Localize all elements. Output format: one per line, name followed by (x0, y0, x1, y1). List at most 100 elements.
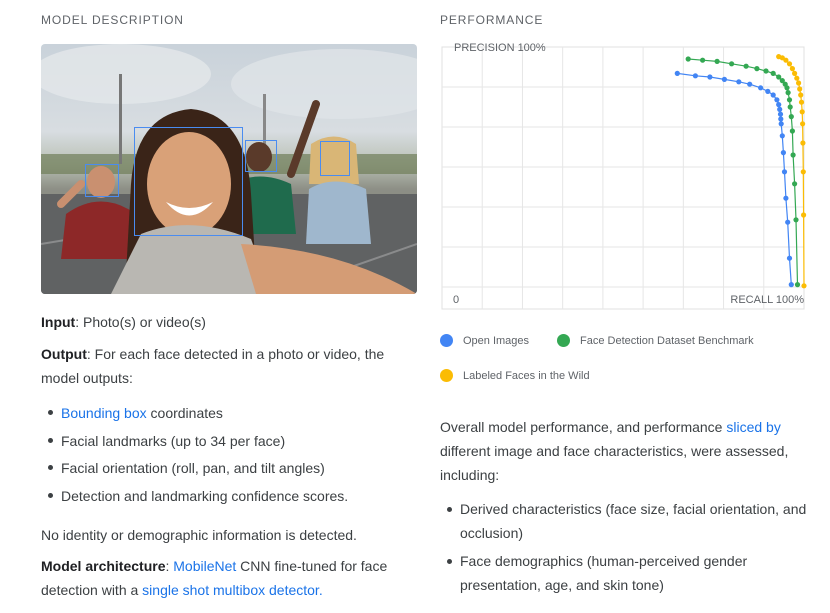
output-text: : For each face detected in a photo or v… (41, 346, 385, 386)
data-point (777, 111, 784, 117)
model-description-heading: MODEL DESCRIPTION (41, 13, 184, 27)
list-item: Facial orientation (roll, pan, and tilt … (41, 455, 421, 483)
data-point (700, 57, 706, 63)
architecture-label: Model architecture (41, 558, 166, 574)
data-point (793, 217, 799, 223)
input-text: : Photo(s) or video(s) (75, 314, 206, 330)
legend-label: Labeled Faces in the Wild (463, 369, 590, 382)
legend-label: Open Images (463, 334, 530, 347)
data-point (786, 255, 793, 261)
data-point (785, 219, 791, 225)
data-point (776, 102, 782, 108)
chart-series (674, 54, 807, 289)
data-point (799, 109, 805, 115)
data-point (788, 114, 794, 120)
legend-dot-icon (440, 369, 453, 382)
list-item: Face demographics (human-perceived gende… (440, 549, 810, 597)
data-point (779, 133, 785, 139)
data-point (765, 88, 771, 94)
data-point (794, 75, 800, 81)
data-point (798, 92, 804, 98)
legend-dot-icon (557, 334, 570, 347)
face-bounding-box (134, 127, 243, 236)
data-point (786, 97, 793, 103)
legend-item-open-images: Open Images (440, 334, 529, 347)
data-point (780, 150, 786, 156)
data-point (781, 169, 788, 175)
data-point (770, 70, 776, 76)
performance-list: Derived characteristics (face size, faci… (440, 497, 810, 597)
data-point (796, 80, 802, 86)
data-point (747, 81, 753, 87)
list-item-text: coordinates (146, 405, 223, 421)
data-point (784, 85, 790, 91)
data-point (707, 74, 713, 80)
legend-dot-icon (440, 334, 453, 347)
data-point (789, 128, 795, 134)
y-axis-label: PRECISION 100% (454, 42, 546, 54)
face-bounding-box (85, 164, 119, 197)
list-item-text: Derived characteristics (face size, faci… (460, 501, 807, 541)
list-item-text: Facial orientation (roll, pan, and tilt … (61, 460, 325, 476)
data-point (783, 195, 789, 201)
x-axis-label: RECALL 100% (730, 294, 804, 306)
origin-label: 0 (453, 294, 459, 306)
data-point (800, 169, 806, 175)
face-bounding-box (320, 141, 350, 176)
data-point (778, 121, 784, 127)
data-point (721, 76, 727, 82)
sliced-by-link[interactable]: sliced by (726, 419, 780, 435)
list-item: Derived characteristics (face size, faci… (440, 497, 810, 545)
data-point (785, 90, 791, 96)
data-point (758, 85, 764, 91)
data-point (794, 282, 801, 288)
data-point (801, 283, 807, 289)
list-item-text: Facial landmarks (up to 34 per face) (61, 432, 286, 449)
output-description: Output: For each face detected in a phot… (41, 342, 421, 390)
data-point (778, 116, 784, 122)
bounding-box-link[interactable]: Bounding box (61, 405, 147, 421)
data-point (763, 68, 769, 74)
series-line (677, 72, 792, 285)
face-bounding-box (245, 140, 277, 172)
data-point (800, 121, 806, 127)
data-point (692, 73, 698, 79)
legend-item-lfw: Labeled Faces in the Wild (440, 369, 590, 382)
input-description: Input: Photo(s) or video(s) (41, 310, 206, 334)
data-point (754, 66, 760, 72)
series-line (688, 58, 799, 285)
data-point (792, 70, 798, 76)
series-1 (674, 70, 794, 288)
data-point (774, 97, 780, 103)
data-point (736, 79, 742, 85)
list-item-text: Face demographics (human-perceived gende… (460, 553, 748, 593)
output-label: Output (41, 346, 87, 362)
data-point (714, 58, 720, 64)
data-point (777, 106, 783, 112)
mobilenet-link[interactable]: MobileNet (173, 558, 236, 574)
list-item: Bounding box coordinates (41, 400, 421, 428)
data-point (786, 61, 793, 67)
data-point (790, 152, 796, 158)
input-label: Input (41, 314, 76, 330)
data-point (798, 99, 805, 105)
group-selfie-photo (41, 44, 417, 294)
no-identity-note: No identity or demographic information i… (41, 527, 357, 543)
output-list: Bounding box coordinates Facial landmark… (41, 400, 421, 510)
data-point (792, 181, 798, 187)
performance-text: Overall model performance, and performan… (440, 419, 727, 435)
performance-description: Overall model performance, and performan… (440, 415, 800, 487)
ssd-link[interactable]: single shot multibox detector. (142, 582, 323, 598)
data-point (797, 86, 803, 92)
data-point (788, 282, 794, 288)
performance-heading: PERFORMANCE (440, 13, 544, 27)
data-point (770, 92, 776, 98)
model-architecture: Model architecture: MobileNet CNN fine-t… (41, 554, 411, 602)
data-point (685, 56, 691, 62)
data-point (789, 66, 795, 72)
data-point (801, 212, 807, 218)
list-item: Facial landmarks (up to 34 per face) (41, 428, 421, 456)
data-point (729, 61, 735, 67)
data-point (743, 63, 749, 69)
list-item-text: Detection and landmarking confidence sco… (61, 487, 349, 504)
